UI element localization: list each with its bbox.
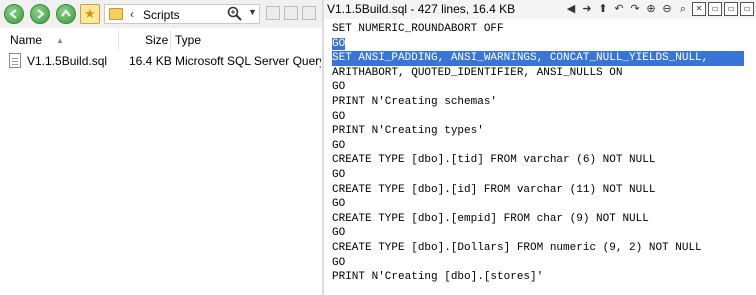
file-type: Microsoft SQL Server Query F (175, 54, 321, 68)
column-divider[interactable] (118, 30, 119, 50)
zoom-in-icon[interactable]: ⊕ (644, 2, 658, 16)
sort-ascending-icon: ▲ (56, 36, 64, 45)
viewer-title-bar: V1.1.5Build.sql - 427 lines, 16.4 KB ◀ ➜… (324, 0, 756, 19)
redo-icon[interactable]: ↷ (628, 2, 642, 16)
code-line: SET ANSI_PADDING, ANSI_WARNINGS, CONCAT_… (332, 51, 752, 66)
view-button[interactable] (266, 6, 280, 20)
address-dropdown-icon[interactable]: ▼ (248, 7, 257, 17)
file-browser-pane: ★ ‹ Scripts ▼ Name ▲ Size Type V1.1.5Bui… (0, 0, 322, 295)
code-line: SET NUMERIC_ROUNDABORT OFF (332, 23, 504, 35)
column-header-name[interactable]: Name (10, 33, 42, 47)
close-icon[interactable]: ✕ (692, 2, 706, 16)
column-headers: Name ▲ Size Type (0, 30, 322, 50)
up-button[interactable] (56, 4, 76, 24)
file-name: V1.1.5Build.sql (27, 54, 108, 68)
selected-text: SET ANSI_PADDING, ANSI_WARNINGS, CONCAT_… (332, 51, 744, 66)
code-line: GO (332, 110, 346, 123)
undo-icon[interactable]: ↶ (612, 2, 626, 16)
code-line: GO (332, 81, 346, 94)
star-icon: ★ (84, 6, 96, 21)
sql-file-icon (9, 53, 21, 68)
code-line: ARITHABORT, QUOTED_IDENTIFIER, ANSI_NULL… (332, 66, 623, 79)
code-line: CREATE TYPE [dbo].[tid] FROM varchar (6)… (332, 154, 656, 167)
column-header-size[interactable]: Size (145, 33, 168, 47)
zoom-out-icon[interactable]: ⊖ (660, 2, 674, 16)
code-line: PRINT N'Creating schemas' (332, 95, 498, 108)
back-button[interactable] (4, 4, 24, 24)
search-icon[interactable] (226, 5, 244, 23)
code-line: GO (332, 139, 346, 152)
viewer-title: V1.1.5Build.sql - 427 lines, 16.4 KB (327, 2, 516, 16)
code-line: GO (332, 198, 346, 211)
options-button[interactable] (284, 6, 298, 20)
code-line: PRINT N'Creating [dbo].[stores]' (332, 271, 544, 284)
column-header-type[interactable]: Type (175, 33, 201, 47)
up-arrow-icon[interactable]: ⬆ (596, 2, 610, 16)
back-arrow-icon (9, 9, 17, 19)
code-text-area[interactable]: SET NUMERIC_ROUNDABORT OFF GO SET ANSI_PAD… (332, 22, 752, 285)
wrap-icon[interactable]: ⌕ (676, 2, 690, 16)
code-line: CREATE TYPE [dbo].[Dollars] FROM numeric… (332, 241, 702, 254)
file-size: 16.4 KB (129, 54, 172, 68)
code-line: CREATE TYPE [dbo].[id] FROM varchar (11)… (332, 183, 656, 196)
browser-toolbar: ★ ‹ Scripts ▼ (0, 0, 322, 28)
code-line: GO (332, 227, 346, 240)
file-row[interactable]: V1.1.5Build.sql 16.4 KB Microsoft SQL Se… (0, 51, 322, 71)
address-bar[interactable]: ‹ Scripts ▼ (104, 4, 260, 24)
forward-arrow-icon (37, 9, 45, 19)
code-line: PRINT N'Creating types' (332, 125, 484, 138)
forward-arrow-icon[interactable]: ➜ (580, 2, 594, 16)
column-divider[interactable] (170, 30, 171, 50)
selected-text: GO (332, 37, 346, 50)
text-viewer-pane: V1.1.5Build.sql - 427 lines, 16.4 KB ◀ ➜… (324, 0, 756, 295)
folder-icon (109, 8, 123, 20)
box-icon[interactable]: ▭ (724, 2, 738, 16)
box-icon[interactable]: ▭ (740, 2, 754, 16)
forward-button[interactable] (30, 4, 50, 24)
code-line: GO (332, 37, 752, 52)
code-line: CREATE TYPE [dbo].[empid] FROM char (9) … (332, 212, 649, 225)
code-line: GO (332, 168, 346, 181)
breadcrumb-chevron-icon[interactable]: ‹ (130, 7, 134, 21)
code-line: GO (332, 256, 346, 269)
box-icon[interactable]: ▭ (708, 2, 722, 16)
up-arrow-icon (61, 9, 71, 17)
back-arrow-icon[interactable]: ◀ (564, 2, 578, 16)
favorites-folder-button[interactable]: ★ (80, 4, 100, 24)
layout-button[interactable] (302, 6, 316, 20)
address-path[interactable]: Scripts (143, 8, 180, 22)
